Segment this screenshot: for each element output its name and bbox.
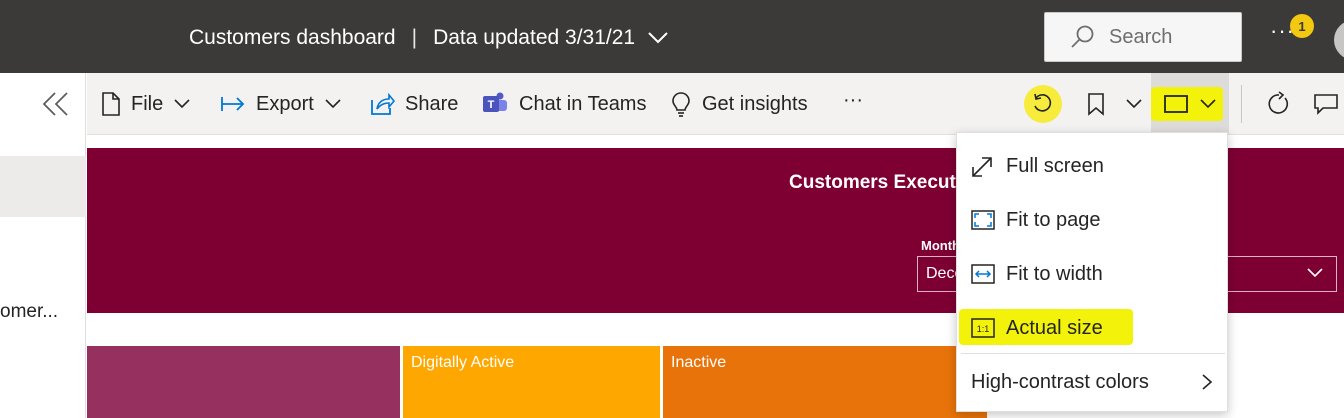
share-button[interactable]: Share <box>369 73 458 135</box>
notification-badge[interactable]: 1 <box>1290 14 1314 38</box>
menu-item-label: Fit to page <box>1006 208 1101 231</box>
menu-item-actual-size[interactable]: 1:1 Actual size <box>957 303 1229 353</box>
lightbulb-icon <box>672 92 690 117</box>
comment-icon <box>1314 94 1338 115</box>
get-insights-button[interactable]: Get insights <box>670 73 808 135</box>
chevron-down-icon <box>1307 268 1323 278</box>
view-icon-group[interactable] <box>1163 73 1227 135</box>
bookmark-icon <box>1088 93 1104 116</box>
month-slicer-label: Month <box>921 238 960 253</box>
data-updated-label: Data updated 3/31/21 <box>433 26 636 49</box>
menu-item-label: Fit to width <box>1006 262 1103 285</box>
fit-to-page-icon <box>971 210 995 230</box>
export-icon <box>221 97 245 111</box>
power-bi-report-window: Customers dashboard | Data updated 3/31/… <box>0 0 1344 418</box>
export-menu-button[interactable]: Export <box>220 73 342 135</box>
svg-text:T: T <box>488 99 495 111</box>
report-name: Customers dashboard <box>189 26 396 49</box>
get-insights-label: Get insights <box>702 92 808 115</box>
title-separator: | <box>411 26 418 49</box>
report-title-area[interactable]: Customers dashboard | Data updated 3/31/… <box>189 26 669 50</box>
treemap-tile-label: Digitally Active <box>411 354 515 371</box>
more-actions-button[interactable]: ··· <box>843 69 863 131</box>
file-label: File <box>131 92 164 115</box>
menu-item-full-screen[interactable]: Full screen <box>957 141 1229 191</box>
treemap-tile-digitally-active[interactable]: Digitally Active <box>403 346 660 418</box>
nav-item-label[interactable]: omer... <box>0 301 58 323</box>
menu-item-fit-to-width[interactable]: Fit to width <box>957 249 1229 299</box>
left-nav-pane: omer... <box>0 73 86 418</box>
menu-item-label: Full screen <box>1006 154 1104 177</box>
reset-icon <box>1034 93 1052 112</box>
teams-icon: T <box>483 92 507 112</box>
share-label: Share <box>405 92 459 115</box>
share-icon <box>371 92 395 115</box>
file-menu-button[interactable]: File <box>101 73 191 135</box>
chevron-right-icon <box>1202 374 1213 390</box>
chevron-down-icon <box>174 99 190 109</box>
menu-divider <box>961 353 1225 354</box>
treemap-tile[interactable] <box>87 346 400 418</box>
full-screen-icon <box>972 157 992 177</box>
chevron-down-icon <box>325 99 341 109</box>
view-dropdown-menu: Full screen Fit to page Fit to width 1:1… <box>956 132 1228 412</box>
search-placeholder: Search <box>1109 25 1173 48</box>
treemap-tile-inactive[interactable]: Inactive <box>663 346 987 418</box>
nav-selected-item[interactable] <box>0 156 86 217</box>
comments-button[interactable] <box>1313 73 1344 135</box>
action-toolbar: File Export Share T Chat in Teams Get in… <box>87 73 1344 135</box>
menu-item-label: Actual size <box>1006 316 1103 339</box>
top-header-bar: Customers dashboard | Data updated 3/31/… <box>0 0 1344 73</box>
bookmark-button[interactable] <box>1087 73 1143 135</box>
collapse-pane-icon[interactable] <box>42 91 70 122</box>
search-input[interactable]: Search <box>1044 12 1242 62</box>
toolbar-divider <box>1241 85 1242 123</box>
treemap-tile-label: Inactive <box>671 354 727 371</box>
chat-in-teams-label: Chat in Teams <box>519 92 647 115</box>
report-page-title: Customers Execut <box>789 172 956 193</box>
reset-button[interactable] <box>1024 85 1062 123</box>
chat-in-teams-button[interactable]: T Chat in Teams <box>481 73 646 135</box>
svg-text:1:1: 1:1 <box>977 324 990 334</box>
refresh-icon <box>1268 91 1289 114</box>
chevron-down-icon <box>1126 99 1142 109</box>
refresh-button[interactable] <box>1265 73 1301 135</box>
avatar[interactable] <box>1334 20 1344 60</box>
file-icon <box>102 92 120 116</box>
menu-item-fit-to-page[interactable]: Fit to page <box>957 195 1229 245</box>
export-label: Export <box>256 92 314 115</box>
menu-item-high-contrast-colors[interactable]: High-contrast colors <box>957 357 1229 407</box>
chevron-down-icon[interactable] <box>647 31 669 45</box>
view-icon <box>1164 95 1188 113</box>
search-icon <box>1071 25 1094 48</box>
fit-to-width-icon <box>971 264 995 284</box>
chevron-down-icon <box>1200 99 1216 109</box>
actual-size-icon: 1:1 <box>971 318 995 338</box>
menu-item-label: High-contrast colors <box>971 370 1149 393</box>
